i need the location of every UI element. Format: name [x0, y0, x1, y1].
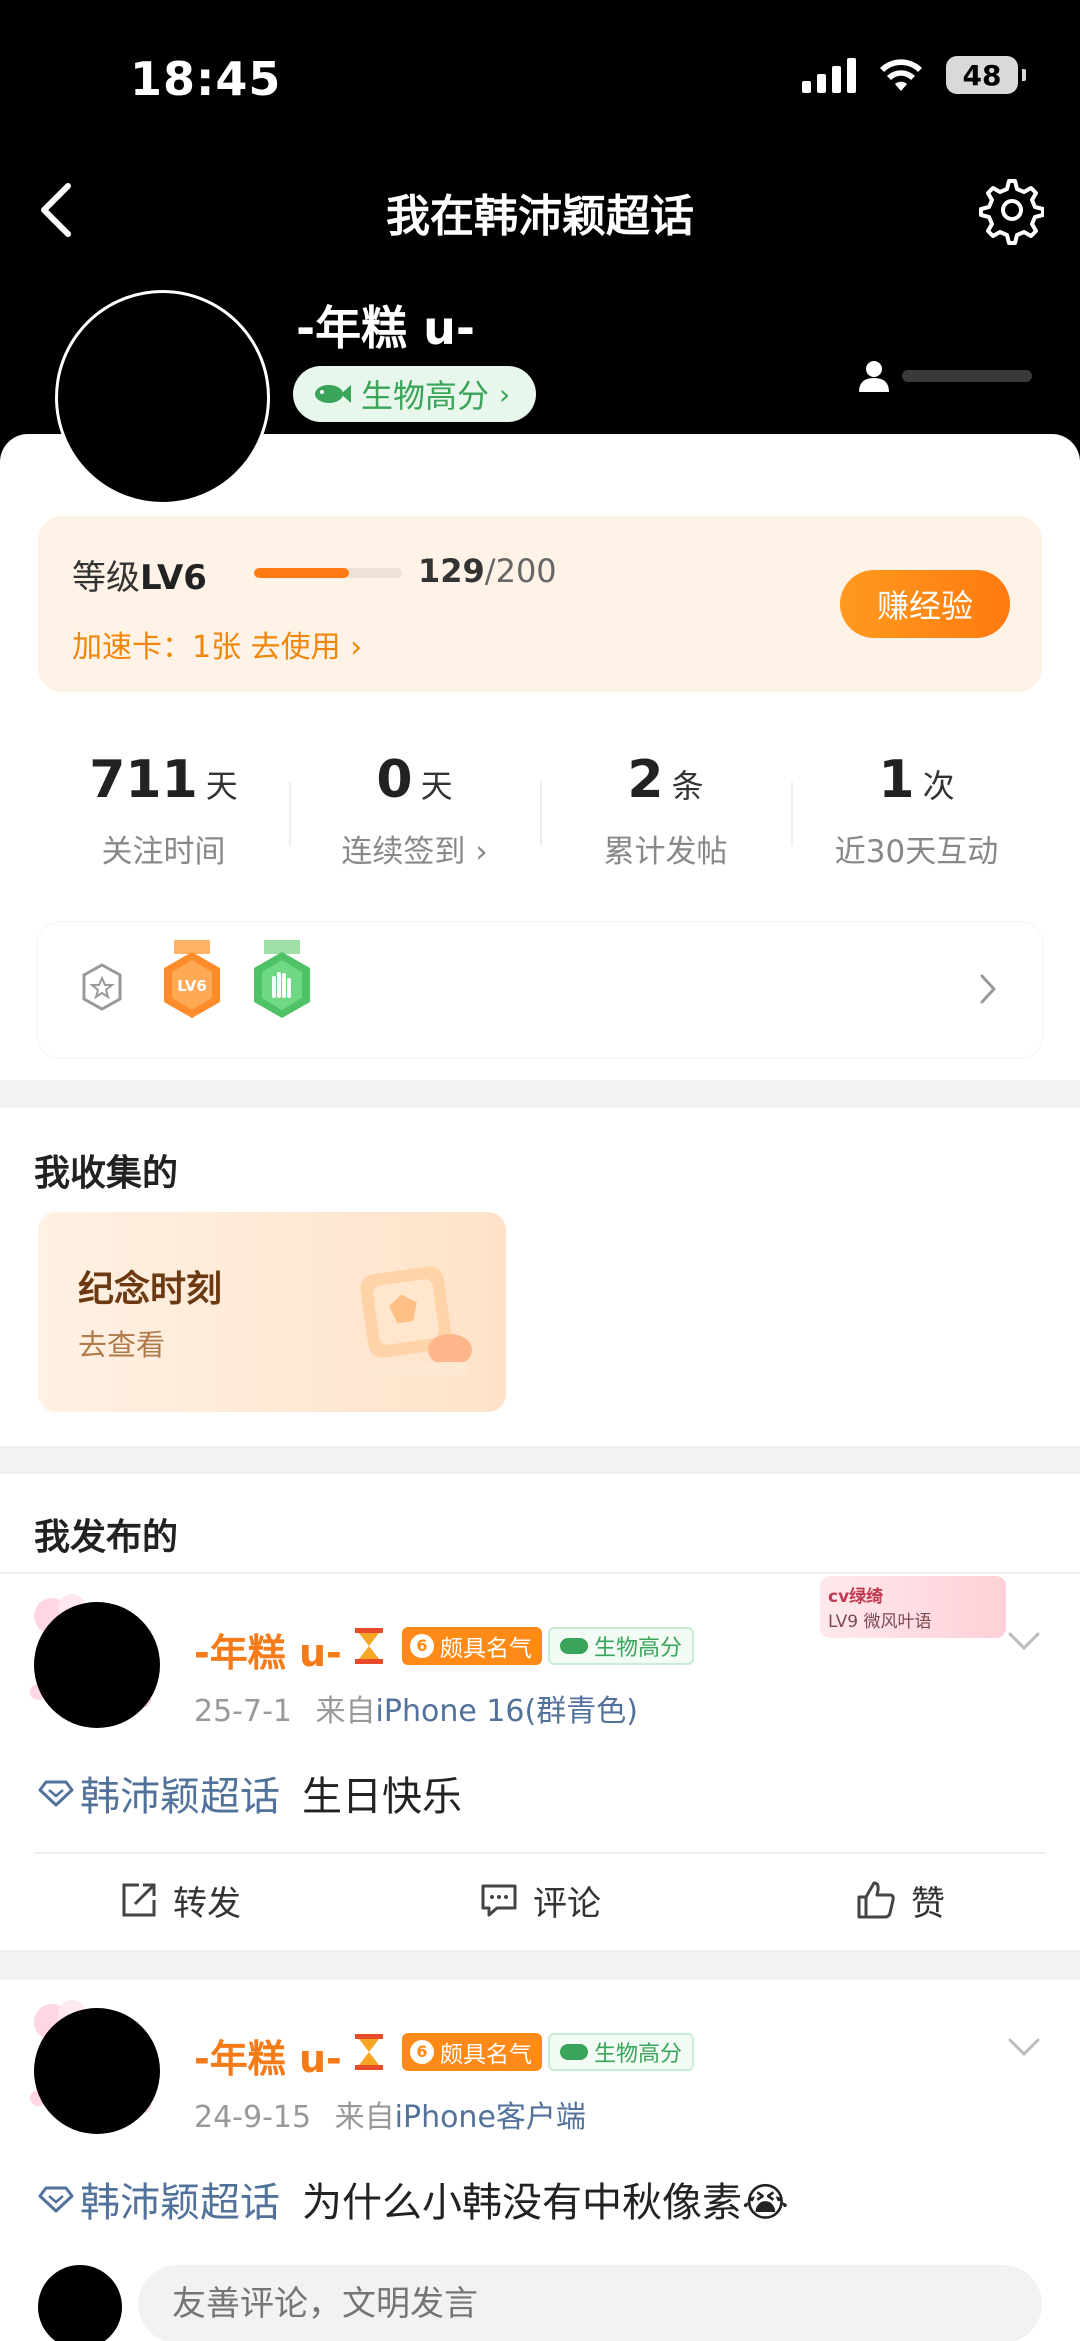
blurred-text-icon: [902, 370, 1032, 382]
signal-icon: [802, 57, 856, 93]
speed-card-link[interactable]: 加速卡：1张 去使用 ›: [72, 622, 362, 666]
lv6-medal-text: LV6: [177, 977, 207, 995]
diamond-icon: [38, 2186, 74, 2213]
share-icon: [122, 1883, 156, 1917]
hourglass-icon: [355, 2034, 383, 2070]
divider: [0, 1572, 1080, 1574]
status-time: 18:45: [130, 52, 282, 106]
battery-icon: 48: [946, 56, 1026, 94]
post-actions: 转发 评论 赞: [0, 1852, 1080, 1948]
post-from-label: 来自: [334, 2100, 395, 2135]
post-text: 生日快乐: [302, 1774, 462, 1820]
chevron-right-icon: ›: [499, 377, 511, 411]
diamond-icon: [38, 1780, 74, 1807]
post-date: 24-9-15: [194, 2100, 312, 2135]
stat-total-posts: 2条 累计发帖: [540, 710, 791, 896]
comment-avatar: [38, 2265, 122, 2341]
chevron-right-icon: ›: [350, 630, 363, 665]
like-button[interactable]: 赞: [720, 1852, 1080, 1948]
chevron-down-icon[interactable]: [1004, 2026, 1044, 2066]
fish-icon: [315, 385, 351, 403]
post-author-name[interactable]: -年糕 u-: [194, 1622, 342, 1677]
calendar-gift-icon: [358, 1266, 472, 1376]
follower-info[interactable]: [856, 358, 1032, 394]
hourglass-icon: [355, 1628, 383, 1664]
stats-row: 711 天 关注时间 0天 连续签到 › 2条 累计发帖 1次 近30天互动: [38, 710, 1042, 896]
post-device: iPhone客户端: [394, 2100, 586, 2135]
stat-interactions: 1次 近30天互动: [791, 710, 1042, 896]
avatar[interactable]: [55, 290, 270, 505]
fish-icon: [560, 2044, 588, 2060]
post-device: iPhone 16(群青色): [375, 1694, 638, 1729]
memory-card-title: 纪念时刻: [78, 1269, 223, 1310]
stat-checkin-days[interactable]: 0天 连续签到 ›: [289, 710, 540, 896]
posts-section-title: 我发布的: [34, 1517, 179, 1558]
settings-button[interactable]: [974, 175, 1045, 245]
fish-icon: [560, 1638, 588, 1654]
vip-level-icon: 6: [410, 2040, 434, 2064]
topic-link[interactable]: 韩沛颖超话: [38, 1764, 280, 1822]
sticker-sub: LV9 微风叶语: [828, 1612, 932, 1632]
thumbs-up-icon: [857, 1881, 895, 1919]
forward-button[interactable]: 转发: [0, 1852, 360, 1948]
post-date: 25-7-1: [194, 1694, 292, 1729]
profile-username: -年糕 u-: [296, 301, 475, 355]
section-gap: [0, 1950, 1080, 1980]
gear-icon: [979, 179, 1045, 245]
level-points: 129/200: [418, 552, 557, 590]
post-avatar[interactable]: [34, 1602, 160, 1728]
collection-title: 我收集的: [34, 1153, 179, 1194]
green-hand-medal-icon: [254, 940, 310, 1018]
post-text: 为什么小韩没有中秋像素😭: [302, 2180, 789, 2226]
post-content[interactable]: 韩沛颖超话 为什么小韩没有中秋像素😭: [38, 2170, 789, 2228]
post-from-label: 来自: [315, 1694, 376, 1729]
earn-exp-button[interactable]: 赚经验: [840, 570, 1010, 638]
level-label: 等级LV6: [72, 558, 207, 598]
level-total: /200: [484, 552, 557, 590]
level-panel: 等级LV6 129/200 加速卡：1张 去使用 › 赚经验: [38, 516, 1042, 692]
level-current: 129: [418, 552, 485, 590]
wifi-icon: [880, 59, 922, 91]
topic-link[interactable]: 韩沛颖超话: [38, 2170, 280, 2228]
memory-card-link: 去查看: [78, 1328, 166, 1362]
vip-badge: 6 颇具名气: [402, 1627, 542, 1665]
profile-tag-label: 生物高分: [361, 377, 490, 415]
chevron-right-icon: [980, 974, 997, 1004]
level-progress-fill: [254, 568, 350, 578]
page-title: 我在韩沛颖超话: [386, 191, 694, 242]
level-value: LV6: [140, 558, 207, 598]
fan-sticker: cv绿绮 LV9 微风叶语: [820, 1576, 1006, 1638]
status-indicators: 48: [802, 56, 1026, 94]
comment-button[interactable]: 评论: [360, 1852, 720, 1948]
post-meta: 25-7-1 来自iPhone 16(群青色): [194, 1686, 638, 1730]
chevron-down-icon[interactable]: [1004, 1620, 1044, 1660]
bio-badge: 生物高分: [548, 2033, 695, 2071]
bio-badge: 生物高分: [548, 1627, 695, 1665]
badge-outline-icon: [82, 963, 122, 1011]
vip-badge: 6 颇具名气: [402, 2033, 542, 2071]
post-meta: 24-9-15 来自iPhone客户端: [194, 2092, 586, 2136]
vip-level-icon: 6: [410, 1634, 434, 1658]
stat-follow-days: 711 天 关注时间: [89, 750, 238, 870]
chevron-right-icon: ›: [475, 834, 488, 870]
level-progress-bar: [254, 568, 402, 578]
profile-tag-button[interactable]: 生物高分 ›: [293, 366, 537, 422]
badges-row[interactable]: LV6: [38, 922, 1042, 1058]
post-avatar[interactable]: [34, 2008, 160, 2134]
sticker-title: cv绿绮: [828, 1587, 884, 1607]
post-author-name[interactable]: -年糕 u-: [194, 2028, 342, 2083]
collection-section: 我收集的 纪念时刻 去查看: [0, 1108, 1080, 1446]
post-content[interactable]: 韩沛颖超话 生日快乐: [38, 1764, 462, 1822]
comment-input[interactable]: [138, 2265, 1042, 2341]
memory-moments-card[interactable]: 纪念时刻 去查看: [38, 1212, 506, 1412]
user-icon: [859, 361, 889, 392]
comment-icon: [481, 1884, 517, 1917]
lv6-medal-icon: LV6: [164, 940, 220, 1018]
